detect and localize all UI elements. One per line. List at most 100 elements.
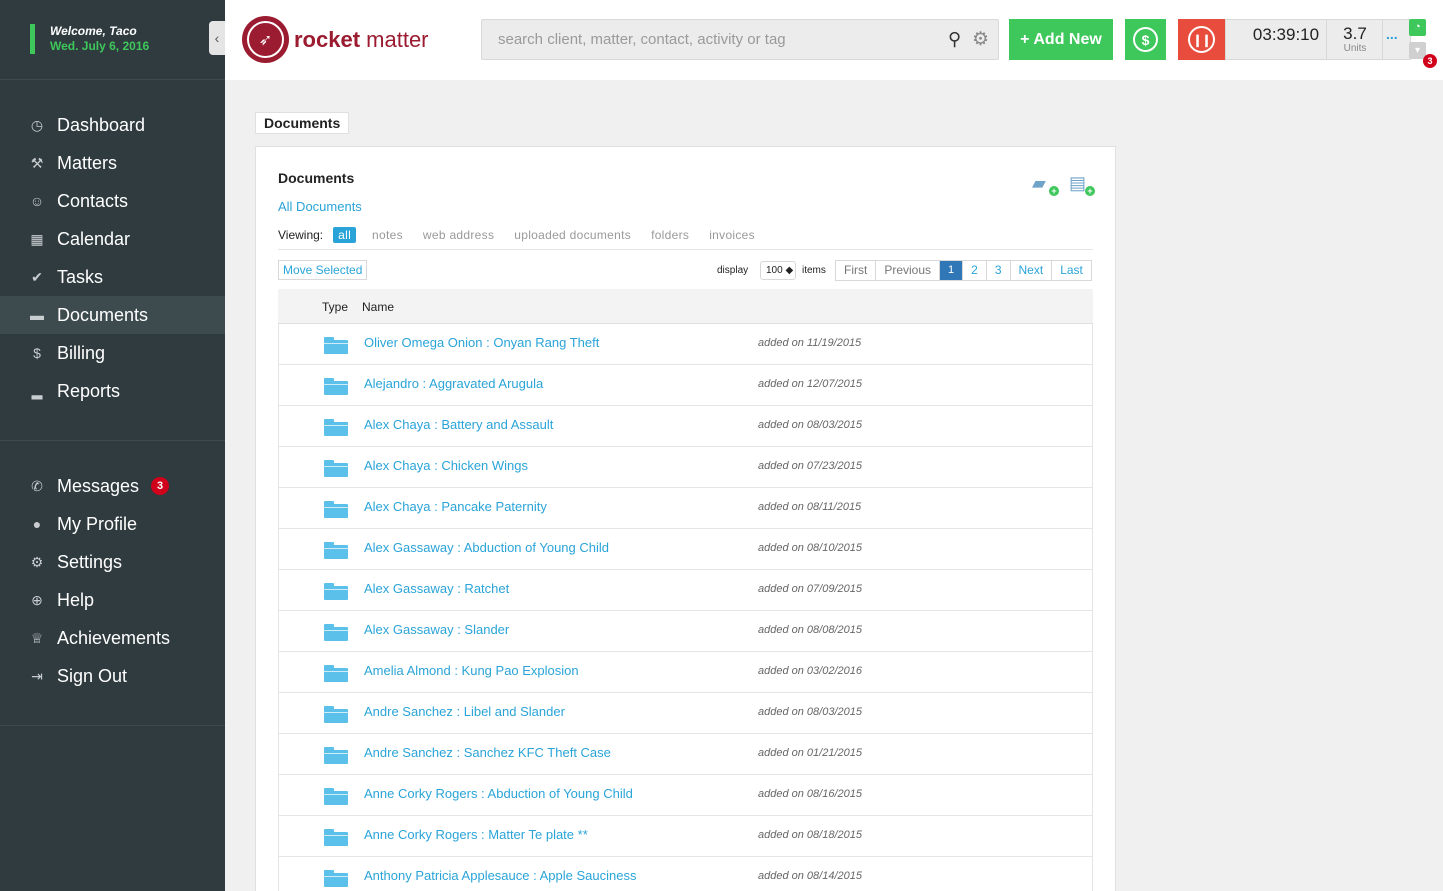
- new-document-icon[interactable]: ▤: [1069, 173, 1086, 194]
- sidebar-item-billing[interactable]: $ Billing: [0, 334, 225, 372]
- viewing-label: Viewing:: [278, 228, 324, 242]
- added-date: added on 08/08/2015: [758, 624, 862, 636]
- table-row[interactable]: Alex Gassaway : Ratchet added on 07/09/20…: [278, 570, 1093, 611]
- sidebar-item-reports[interactable]: ▂ Reports: [0, 372, 225, 410]
- table-row[interactable]: Alejandro : Aggravated Arugula added on 1…: [278, 365, 1093, 406]
- sidebar-item-dashboard[interactable]: ◷ Dashboard: [0, 106, 225, 144]
- sidebar-item-label: Achievements: [57, 627, 171, 648]
- filter-all[interactable]: all: [333, 227, 357, 243]
- table-row[interactable]: Andre Sanchez : Libel and Slander added o…: [278, 693, 1093, 734]
- table-row[interactable]: Andre Sanchez : Sanchez KFC Theft Case ad…: [278, 734, 1093, 775]
- current-date: Wed. July 6, 2016: [50, 39, 150, 53]
- document-name-link[interactable]: Alex Chaya : Battery and Assault: [364, 417, 553, 432]
- table-row[interactable]: Oliver Omega Onion : Onyan Rang Theft add…: [278, 324, 1093, 365]
- plus-icon: +: [1085, 186, 1095, 196]
- folder-icon: [324, 665, 348, 682]
- pause-timer-button[interactable]: ❙❙: [1178, 19, 1225, 60]
- sidebar-item-settings[interactable]: ⚙ Settings: [0, 543, 225, 581]
- sidebar-item-sign-out[interactable]: ⇥ Sign Out: [0, 657, 225, 695]
- main-nav: ◷ Dashboard ⚒ Matters ☺ Contacts ▦ Calendar …: [0, 106, 225, 410]
- table-row[interactable]: Amelia Almond : Kung Pao Explosion added …: [278, 652, 1093, 693]
- table-row[interactable]: Alex Chaya : Pancake Paternity added on 0…: [278, 488, 1093, 529]
- filter-invoices[interactable]: invoices: [709, 228, 755, 242]
- sidebar-item-messages[interactable]: ✆ Messages 3: [0, 467, 225, 505]
- logo-text-bold: rocket: [294, 27, 361, 52]
- added-date: added on 03/02/2016: [758, 665, 862, 677]
- added-date: added on 08/11/2015: [758, 501, 862, 513]
- page-size-select[interactable]: 100 ◆: [760, 261, 796, 280]
- rocket-logo-icon[interactable]: ➶: [242, 16, 289, 63]
- document-name-link[interactable]: Alex Gassaway : Slander: [364, 622, 509, 637]
- pager-page-2[interactable]: 2: [962, 261, 986, 280]
- document-name-link[interactable]: Alex Gassaway : Abduction of Young Child: [364, 540, 609, 555]
- folder-icon: [324, 583, 348, 600]
- column-name[interactable]: Name: [362, 300, 394, 314]
- added-date: added on 11/19/2015: [758, 337, 862, 349]
- filter-uploaded-documents[interactable]: uploaded documents: [514, 228, 631, 242]
- document-name-link[interactable]: Amelia Almond : Kung Pao Explosion: [364, 663, 579, 678]
- document-name-link[interactable]: Alex Chaya : Chicken Wings: [364, 458, 528, 473]
- messages-badge: 3: [151, 477, 170, 495]
- pager-last[interactable]: Last: [1051, 261, 1091, 280]
- document-name-link[interactable]: Alejandro : Aggravated Arugula: [364, 376, 543, 391]
- notification-badge: 3: [1423, 54, 1437, 68]
- timer-divider: [1326, 20, 1327, 59]
- add-new-button[interactable]: + Add New: [1009, 19, 1113, 60]
- table-row[interactable]: Alex Chaya : Battery and Assault added on…: [278, 406, 1093, 447]
- sidebar-item-calendar[interactable]: ▦ Calendar: [0, 220, 225, 258]
- added-date: added on 07/09/2015: [758, 583, 862, 595]
- calendar-icon: ▦: [30, 230, 44, 247]
- folder-icon: [324, 624, 348, 641]
- pager-next[interactable]: Next: [1009, 261, 1052, 280]
- filter-web-address[interactable]: web address: [423, 228, 494, 242]
- table-row[interactable]: Anne Corky Rogers : Abduction of Young C…: [278, 775, 1093, 816]
- sidebar-item-help[interactable]: ⊕ Help: [0, 581, 225, 619]
- sidebar-item-label: Reports: [57, 380, 121, 401]
- document-name-link[interactable]: Andre Sanchez : Libel and Slander: [364, 704, 565, 719]
- move-selected-button[interactable]: Move Selected: [278, 260, 368, 280]
- sidebar-item-contacts[interactable]: ☺ Contacts: [0, 182, 225, 220]
- new-folder-icon[interactable]: ▰: [1032, 173, 1046, 194]
- table-row[interactable]: Anne Corky Rogers : Matter Te plate ** ad…: [278, 816, 1093, 857]
- pager-previous[interactable]: Previous: [875, 261, 939, 280]
- check-icon: ✔: [31, 268, 43, 285]
- pager-page-1[interactable]: 1: [939, 261, 963, 280]
- timer-display[interactable]: 03:39:10 3.7 Units ...: [1225, 19, 1411, 60]
- document-name-link[interactable]: Andre Sanchez : Sanchez KFC Theft Case: [364, 745, 611, 760]
- pager-first[interactable]: First: [836, 261, 875, 280]
- document-name-link[interactable]: Anthony Patricia Applesauce : Apple Sauc…: [364, 868, 636, 883]
- document-name-link[interactable]: Oliver Omega Onion : Onyan Rang Theft: [364, 335, 599, 350]
- document-name-link[interactable]: Anne Corky Rogers : Abduction of Young C…: [364, 786, 633, 801]
- table-row[interactable]: Alex Gassaway : Slander added on 08/08/20…: [278, 611, 1093, 652]
- filter-folders[interactable]: folders: [651, 228, 689, 242]
- pager-page-3[interactable]: 3: [985, 261, 1010, 280]
- all-documents-link[interactable]: All Documents: [278, 199, 362, 214]
- collapse-sidebar-button[interactable]: ‹: [209, 21, 225, 55]
- chevron-left-icon: ‹: [214, 30, 220, 46]
- sidebar-item-my-profile[interactable]: ● My Profile: [0, 505, 225, 543]
- billing-quick-button[interactable]: $: [1125, 19, 1166, 60]
- stopwatch-icon[interactable]: ◔: [1409, 19, 1426, 36]
- phone-icon: ✆: [31, 477, 43, 494]
- sidebar-item-documents[interactable]: ▬ Documents: [0, 296, 225, 334]
- sidebar-item-tasks[interactable]: ✔ Tasks: [0, 258, 225, 296]
- folder-icon: [324, 747, 348, 764]
- sidebar-item-achievements[interactable]: ♕ Achievements: [0, 619, 225, 657]
- document-name-link[interactable]: Alex Gassaway : Ratchet: [364, 581, 509, 596]
- column-type[interactable]: Type: [322, 300, 348, 314]
- sidebar-item-matters[interactable]: ⚒ Matters: [0, 144, 225, 182]
- table-row[interactable]: Anthony Patricia Applesauce : Apple Sauc…: [278, 857, 1093, 891]
- document-name-link[interactable]: Anne Corky Rogers : Matter Te plate **: [364, 827, 588, 842]
- search-icon[interactable]: ⚲: [948, 29, 961, 50]
- table-row[interactable]: Alex Gassaway : Abduction of Young Child…: [278, 529, 1093, 570]
- contacts-icon: ☺: [29, 193, 45, 209]
- filter-notes[interactable]: notes: [372, 228, 403, 242]
- search-input[interactable]: [482, 20, 942, 59]
- table-row[interactable]: Alex Chaya : Chicken Wings added on 07/23…: [278, 447, 1093, 488]
- document-name-link[interactable]: Alex Chaya : Pancake Paternity: [364, 499, 547, 514]
- timer-more-button[interactable]: ...: [1386, 26, 1398, 42]
- gear-icon[interactable]: ⚙: [972, 28, 989, 51]
- folder-icon: [324, 460, 348, 477]
- logo-text[interactable]: rocket matter: [294, 27, 429, 53]
- sidebar-item-label: Calendar: [57, 228, 131, 249]
